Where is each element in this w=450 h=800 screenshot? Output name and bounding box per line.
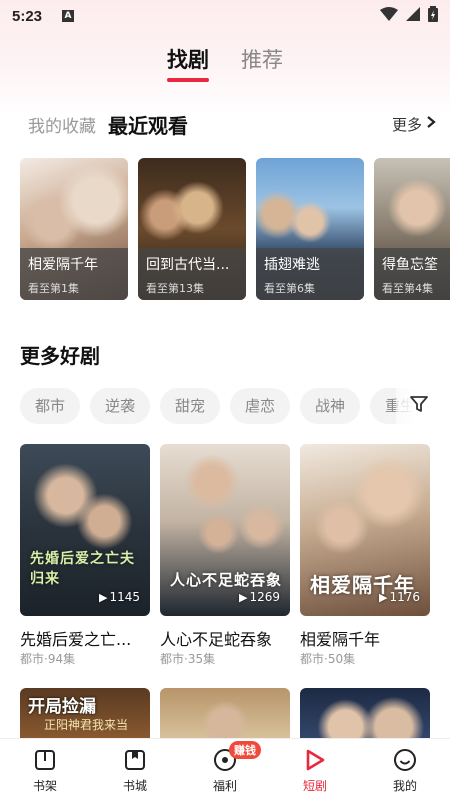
- filter-icon: [409, 394, 429, 418]
- poster-overlay-title: 人心不足蛇吞象: [170, 571, 283, 589]
- drama-title: 先婚后爱之亡...: [20, 630, 132, 649]
- recent-card[interactable]: 回到古代当... 看至第13集: [138, 158, 246, 300]
- recent-progress: 看至第4集: [382, 282, 433, 295]
- wifi-icon: [380, 7, 398, 25]
- more-label: 更多: [391, 115, 422, 134]
- more-button[interactable]: 更多: [392, 114, 436, 135]
- nav-bookshelf[interactable]: 书架: [0, 739, 90, 800]
- play-count-value: 1145: [109, 590, 140, 604]
- nav-welfare[interactable]: 赚钱 福利: [180, 739, 270, 800]
- profile-icon: [392, 747, 418, 773]
- recent-title: 插翅难逃: [264, 257, 320, 273]
- play-icon: ▶: [238, 591, 248, 604]
- nav-profile[interactable]: 我的: [360, 739, 450, 800]
- drama-card[interactable]: [300, 688, 430, 740]
- recent-card[interactable]: 相爱隔千年 看至第1集: [20, 158, 128, 300]
- recent-info: 得鱼忘筌 看至第4集: [374, 248, 450, 300]
- nav-label: 我的: [392, 779, 417, 793]
- chip-comeback[interactable]: 逆袭: [90, 388, 150, 424]
- chevron-right-icon: [426, 115, 436, 133]
- drama-card[interactable]: 先婚后爱之亡夫归来 ▶ 1145 先婚后爱之亡... 都市·94集: [20, 444, 150, 670]
- recent-title: 得鱼忘筌: [382, 257, 438, 273]
- bottom-nav: 书架 书城 赚钱 福利 短剧 我的: [0, 738, 450, 800]
- battery-icon: [428, 6, 438, 26]
- tab-my-favorites[interactable]: 我的收藏: [28, 112, 96, 137]
- drama-meta: 都市·35集: [160, 652, 216, 666]
- poster-overlay-title: 开局捡漏: [28, 697, 96, 717]
- recent-info: 相爱隔千年 看至第1集: [20, 248, 128, 300]
- nav-label: 福利: [212, 779, 237, 793]
- drama-card[interactable]: 开局捡漏 正阳神君我来当: [20, 688, 150, 740]
- recent-card[interactable]: 得鱼忘筌 看至第4集: [374, 158, 450, 300]
- top-tabs: 找剧 推荐: [0, 44, 450, 88]
- recent-progress: 看至第13集: [146, 282, 204, 295]
- signal-icon: [406, 7, 420, 25]
- recent-list: 相爱隔千年 看至第1集 回到古代当... 看至第13集 插翅难逃 看至第6集 得…: [20, 158, 450, 302]
- drama-card[interactable]: 相爱隔千年 ▶ 1176 相爱隔千年 都市·50集: [300, 444, 430, 670]
- recent-title: 相爱隔千年: [28, 257, 98, 273]
- play-icon: ▶: [378, 591, 388, 604]
- nav-label: 书城: [122, 779, 147, 793]
- status-icons: [380, 6, 438, 26]
- play-count-value: 1269: [249, 590, 280, 604]
- notification-badge-icon: A: [62, 10, 75, 22]
- chip-sweet[interactable]: 甜宠: [160, 388, 220, 424]
- poster-overlay-title: 先婚后爱之亡夫归来: [30, 551, 135, 587]
- bookshelf-icon: [32, 747, 58, 773]
- recent-progress: 看至第6集: [264, 282, 315, 295]
- recent-info: 插翅难逃 看至第6集: [256, 248, 364, 300]
- recent-card[interactable]: 插翅难逃 看至第6集: [256, 158, 364, 300]
- drama-card[interactable]: 人心不足蛇吞象 ▶ 1269 人心不足蛇吞象 都市·35集: [160, 444, 290, 670]
- drama-card[interactable]: [160, 688, 290, 740]
- genre-chips: 都市 逆袭 甜宠 虐恋 战神 重生: [20, 388, 450, 424]
- tab-recently-watched[interactable]: 最近观看: [108, 110, 188, 139]
- play-count-value: 1176: [389, 590, 420, 604]
- nav-label: 书架: [32, 779, 57, 793]
- chip-urban[interactable]: 都市: [20, 388, 80, 424]
- status-time: 5:23: [12, 7, 43, 25]
- bookstore-icon: [122, 747, 148, 773]
- recent-info: 回到古代当... 看至第13集: [138, 248, 246, 300]
- nav-short-drama[interactable]: 短剧: [270, 739, 360, 800]
- drama-meta: 都市·94集: [20, 652, 76, 666]
- section-title: 更多好剧: [20, 344, 100, 368]
- status-bar: 5:23 A: [0, 0, 450, 32]
- play-count: ▶ 1269: [239, 590, 280, 604]
- filter-button[interactable]: [396, 388, 442, 424]
- tab-find-drama[interactable]: 找剧: [167, 44, 209, 84]
- recent-header: 我的收藏 最近观看 更多: [28, 108, 436, 140]
- recent-title: 回到古代当...: [146, 257, 230, 273]
- drama-title: 相爱隔千年: [300, 630, 381, 649]
- drama-title: 人心不足蛇吞象: [160, 630, 273, 649]
- poster-overlay-subtitle: 正阳神君我来当: [44, 718, 129, 732]
- nav-bookstore[interactable]: 书城: [90, 739, 180, 800]
- short-drama-icon: [302, 747, 328, 773]
- chip-war-god[interactable]: 战神: [300, 388, 360, 424]
- earn-money-badge: 赚钱: [229, 741, 261, 759]
- play-count: ▶ 1176: [379, 590, 420, 604]
- nav-label: 短剧: [302, 779, 327, 793]
- chip-angst[interactable]: 虐恋: [230, 388, 290, 424]
- drama-poster: 相爱隔千年 ▶ 1176: [300, 444, 430, 616]
- tab-recommend[interactable]: 推荐: [241, 44, 283, 84]
- play-count: ▶ 1145: [99, 590, 140, 604]
- drama-poster: 人心不足蛇吞象 ▶ 1269: [160, 444, 290, 616]
- recent-progress: 看至第1集: [28, 282, 79, 295]
- drama-poster: 先婚后爱之亡夫归来 ▶ 1145: [20, 444, 150, 616]
- play-icon: ▶: [98, 591, 108, 604]
- drama-meta: 都市·50集: [300, 652, 356, 666]
